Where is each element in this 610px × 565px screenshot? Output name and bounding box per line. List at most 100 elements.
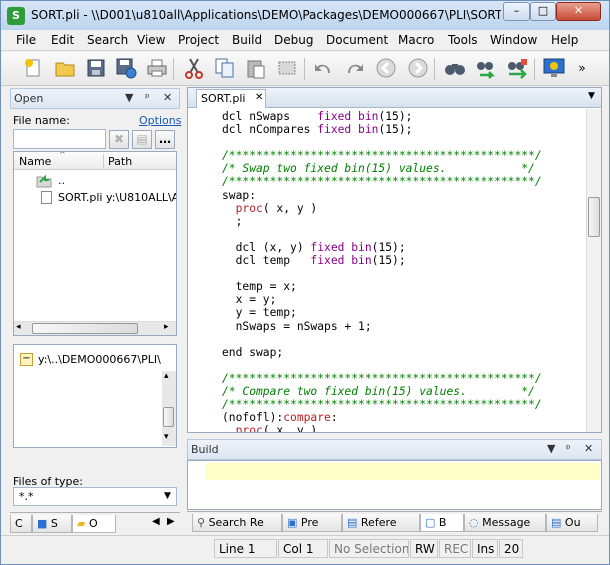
file-name-input[interactable] — [13, 129, 106, 149]
menu-document[interactable]: Document — [326, 33, 388, 47]
copy-icon[interactable] — [213, 56, 237, 80]
menu-build[interactable]: Build — [232, 33, 262, 47]
menu-view[interactable]: View — [137, 33, 165, 47]
directory-path[interactable]: y:\..\DEMO000667\PLI\ — [38, 353, 161, 366]
undo-icon[interactable] — [311, 56, 335, 80]
code-line[interactable]: y = temp; — [222, 306, 586, 319]
scroll-left-icon[interactable]: ◂ — [16, 322, 21, 332]
column-path[interactable]: Path — [108, 155, 132, 168]
code-line[interactable]: /***************************************… — [222, 149, 586, 162]
panel-menu-icon[interactable]: ▼ — [125, 91, 133, 104]
find-next-icon[interactable] — [474, 56, 498, 80]
scroll-thumb[interactable] — [588, 197, 600, 237]
code-line[interactable]: (nofofl):compare: — [222, 411, 586, 424]
tab-preview[interactable]: ▣ Pre — [282, 514, 342, 532]
menu-help[interactable]: Help — [551, 33, 578, 47]
code-line[interactable]: dcl nSwaps fixed bin(15); — [222, 110, 586, 123]
code-line[interactable]: proc( x, y ) — [222, 424, 586, 432]
minimize-button[interactable]: – — [503, 2, 530, 21]
new-file-icon[interactable] — [21, 56, 45, 80]
vertical-scrollbar[interactable]: ▴ ▾ — [162, 371, 176, 446]
code-line[interactable]: proc( x, y ) — [222, 202, 586, 215]
code-line[interactable]: dcl (x, y) fixed bin(15); — [222, 241, 586, 254]
select-icon[interactable] — [275, 56, 299, 80]
code-line[interactable]: temp = x; — [222, 280, 586, 293]
scroll-right-icon[interactable]: ▸ — [164, 322, 169, 332]
code-line[interactable]: ; — [222, 215, 586, 228]
code-line[interactable]: dcl temp fixed bin(15); — [222, 254, 586, 267]
code-line[interactable]: /***************************************… — [222, 398, 586, 411]
document-icon[interactable]: ▤ — [132, 130, 152, 149]
forward-icon[interactable] — [406, 56, 430, 80]
open-folder-icon[interactable] — [53, 56, 77, 80]
tab-search-results[interactable]: ⚲ Search Re — [192, 514, 282, 532]
panel-close-icon[interactable]: ✕ — [163, 91, 172, 104]
tab-s[interactable]: ■ S — [32, 515, 72, 533]
column-name[interactable]: Name — [19, 155, 51, 168]
code-line[interactable]: /* Compare two fixed bin(15) values. */ — [222, 385, 586, 398]
tab-list-icon[interactable]: ▼ — [588, 91, 595, 101]
close-tab-icon[interactable]: ✕ — [255, 92, 263, 103]
scroll-thumb[interactable] — [32, 323, 138, 334]
code-line[interactable] — [222, 136, 586, 149]
maximize-button[interactable]: □ — [530, 2, 556, 21]
collapse-icon[interactable]: − — [20, 353, 33, 366]
code-line[interactable]: end swap; — [222, 346, 586, 359]
code-line[interactable] — [222, 267, 586, 280]
replace-icon[interactable] — [505, 56, 529, 80]
menu-debug[interactable]: Debug — [274, 33, 313, 47]
code-line[interactable]: /***************************************… — [222, 175, 586, 188]
print-icon[interactable] — [145, 56, 169, 80]
menu-window[interactable]: Window — [490, 33, 537, 47]
paste-icon[interactable] — [244, 56, 268, 80]
tab-references[interactable]: ▤ Refere — [342, 514, 420, 532]
binoculars-icon[interactable] — [443, 56, 467, 80]
back-icon[interactable] — [374, 56, 398, 80]
browse-button[interactable]: … — [155, 130, 175, 149]
save-icon[interactable] — [84, 56, 108, 80]
menu-project[interactable]: Project — [178, 33, 219, 47]
menu-search[interactable]: Search — [87, 33, 128, 47]
tab-output[interactable]: ▤ Ou — [546, 514, 598, 532]
tab-build[interactable]: ▢ B — [420, 514, 464, 532]
list-item[interactable]: .. — [58, 174, 65, 187]
code-area[interactable]: dcl nSwaps fixed bin(15); dcl nCompares f… — [188, 109, 586, 432]
pin-icon[interactable]: ᵖ — [566, 442, 571, 455]
build-output[interactable] — [187, 460, 602, 510]
files-of-type-select[interactable]: *.* ▼ — [13, 487, 177, 506]
toolbar-overflow-button[interactable]: » — [575, 56, 589, 80]
menu-file[interactable]: File — [16, 33, 36, 47]
tab-c[interactable]: C — [10, 515, 32, 533]
delete-icon[interactable]: ✖ — [109, 130, 129, 149]
redo-icon[interactable] — [343, 56, 367, 80]
menu-edit[interactable]: Edit — [51, 33, 74, 47]
scroll-thumb[interactable] — [163, 407, 174, 427]
tab-message[interactable]: ◌ Message — [464, 514, 546, 532]
tab-scroll-right-icon[interactable]: ▶ — [167, 516, 175, 527]
save-all-icon[interactable] — [114, 56, 138, 80]
pin-icon[interactable]: ᵖ — [145, 91, 150, 104]
list-item[interactable]: SORT.pli — [58, 191, 103, 204]
menu-tools[interactable]: Tools — [448, 33, 478, 47]
vertical-scrollbar[interactable] — [586, 109, 601, 432]
code-line[interactable]: /***************************************… — [222, 372, 586, 385]
panel-close-icon[interactable]: ✕ — [584, 442, 593, 455]
options-link[interactable]: Options — [139, 114, 181, 127]
scroll-down-icon[interactable]: ▾ — [164, 432, 169, 442]
code-line[interactable]: dcl nCompares fixed bin(15); — [222, 123, 586, 136]
code-line[interactable]: /* Swap two fixed bin(15) values. */ — [222, 162, 586, 175]
horizontal-scrollbar[interactable]: ◂ ▸ — [14, 321, 176, 335]
code-line[interactable]: swap: — [222, 189, 586, 202]
tab-sort-pli[interactable]: SORT.pli ✕ — [196, 89, 266, 108]
cut-icon[interactable] — [182, 56, 206, 80]
chevron-down-icon[interactable]: ▼ — [164, 491, 171, 501]
monitor-icon[interactable] — [542, 56, 566, 80]
close-button[interactable]: ✕ — [556, 2, 601, 21]
code-line[interactable]: nSwaps = nSwaps + 1; — [222, 320, 586, 333]
panel-menu-icon[interactable]: ▼ — [547, 442, 555, 455]
code-line[interactable] — [222, 228, 586, 241]
code-line[interactable]: x = y; — [222, 293, 586, 306]
menu-macro[interactable]: Macro — [398, 33, 434, 47]
code-line[interactable] — [222, 359, 586, 372]
tab-scroll-left-icon[interactable]: ◀ — [152, 516, 160, 527]
